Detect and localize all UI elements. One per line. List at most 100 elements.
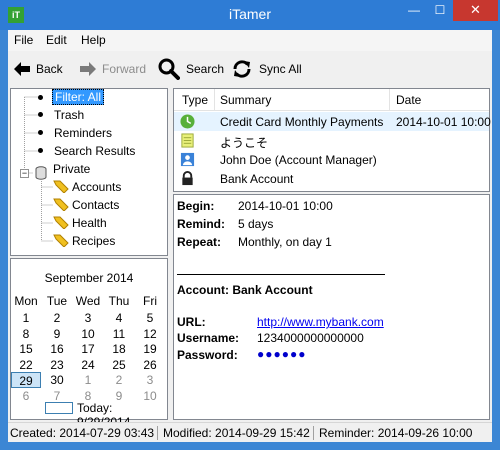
bullet-icon xyxy=(38,112,43,117)
search-icon xyxy=(158,58,180,80)
calendar-day[interactable]: 17 xyxy=(73,341,103,357)
tag-icon xyxy=(53,234,69,247)
menu-help[interactable]: Help xyxy=(81,33,106,47)
remind-value: 5 days xyxy=(238,217,274,231)
calendar-day[interactable]: 4 xyxy=(104,310,134,326)
menu-bar: File Edit Help xyxy=(8,30,492,51)
tree-item-recipes[interactable]: Recipes xyxy=(72,232,115,250)
minimize-button[interactable]: — xyxy=(401,0,427,21)
calendar-day[interactable]: 3 xyxy=(135,372,165,388)
search-button[interactable]: Search xyxy=(158,57,224,81)
calendar-day[interactable]: 1 xyxy=(11,310,41,326)
calendar-day[interactable]: 10 xyxy=(73,326,103,342)
tree-item-reminders[interactable]: Reminders xyxy=(54,124,112,142)
row-summary: John Doe (Account Manager) xyxy=(220,153,377,167)
list-row[interactable]: Credit Card Monthly Payments 2014-10-01 … xyxy=(174,112,491,131)
begin-value: 2014-10-01 10:00 xyxy=(238,199,333,213)
column-divider[interactable] xyxy=(389,89,390,111)
calendar-day[interactable]: 19 xyxy=(135,341,165,357)
list-row[interactable]: ようこそ xyxy=(174,131,489,150)
username-label: Username: xyxy=(177,331,240,345)
contact-icon xyxy=(180,152,195,167)
bullet-icon xyxy=(38,95,43,100)
title-bar[interactable]: iT iTamer — ☐ ✕ xyxy=(0,0,500,30)
calendar-day[interactable]: 30 xyxy=(42,372,72,388)
calendar: September 2014 Mon Tue Wed Thu Fri 1 2 3 4 5 8 9 10 1… xyxy=(10,258,168,429)
app-window: iT iTamer — ☐ ✕ File Edit Help Back Forw… xyxy=(0,0,500,450)
calendar-day[interactable]: 8 xyxy=(11,326,41,342)
status-divider xyxy=(157,426,158,440)
account-heading: Account: Bank Account xyxy=(177,283,313,297)
calendar-day[interactable]: 15 xyxy=(11,341,41,357)
search-label: Search xyxy=(186,62,225,76)
detail-pane: Begin: 2014-10-01 10:00 Remind: 5 days R… xyxy=(173,194,490,420)
forward-button[interactable]: Forward xyxy=(80,57,146,81)
calendar-day[interactable]: 24 xyxy=(73,357,103,373)
url-link[interactable]: http://www.mybank.com xyxy=(257,315,384,329)
calendar-day[interactable]: 12 xyxy=(135,326,165,342)
tree-item-search-results[interactable]: Search Results xyxy=(54,142,135,160)
menu-edit[interactable]: Edit xyxy=(46,33,67,47)
calendar-day-header: Tue xyxy=(46,294,68,308)
tree-item-trash[interactable]: Trash xyxy=(54,106,84,124)
forward-arrow-icon xyxy=(80,62,96,76)
column-type[interactable]: Type xyxy=(182,93,208,107)
calendar-day[interactable]: 1 xyxy=(73,372,103,388)
client-area: File Edit Help Back Forward Search Sync … xyxy=(8,30,492,442)
column-summary[interactable]: Summary xyxy=(220,93,271,107)
sync-all-label: Sync All xyxy=(259,62,302,76)
password-label: Password: xyxy=(177,348,238,362)
calendar-day[interactable]: 18 xyxy=(104,341,134,357)
menu-file[interactable]: File xyxy=(14,33,33,47)
lock-icon xyxy=(182,171,193,186)
calendar-day[interactable]: 26 xyxy=(135,357,165,373)
tree-item-accounts[interactable]: Accounts xyxy=(72,178,121,196)
calendar-day[interactable]: 2 xyxy=(42,310,72,326)
remind-label: Remind: xyxy=(177,217,225,231)
collapse-toggle[interactable]: − xyxy=(20,169,29,178)
calendar-day[interactable]: 2 xyxy=(104,372,134,388)
calendar-day[interactable]: 22 xyxy=(11,357,41,373)
tree-item-filter-all[interactable]: Filter: All xyxy=(52,89,105,105)
calendar-month-title[interactable]: September 2014 xyxy=(11,271,167,285)
forward-label: Forward xyxy=(102,62,147,76)
calendar-day[interactable]: 23 xyxy=(42,357,72,373)
row-summary: Bank Account xyxy=(220,172,294,186)
column-divider[interactable] xyxy=(214,89,215,111)
tag-icon xyxy=(53,198,69,211)
tree-item-contacts[interactable]: Contacts xyxy=(72,196,119,214)
username-value: 1234000000000000 xyxy=(257,331,364,345)
url-label: URL: xyxy=(177,315,206,329)
back-button[interactable]: Back xyxy=(14,57,63,81)
calendar-day[interactable]: 11 xyxy=(104,326,134,342)
calendar-day[interactable]: 3 xyxy=(73,310,103,326)
sync-all-button[interactable]: Sync All xyxy=(231,57,302,81)
row-summary: ようこそ xyxy=(220,136,269,150)
item-list: Type Summary Date Credit Card Monthly Pa… xyxy=(173,88,491,192)
calendar-day[interactable]: 16 xyxy=(42,341,72,357)
calendar-day[interactable]: 6 xyxy=(11,388,41,404)
row-date: 2014-10-01 10:00 xyxy=(396,115,491,129)
calendar-day[interactable]: 29 xyxy=(11,372,41,388)
status-created: Created: 2014-07-29 03:43 xyxy=(10,426,155,440)
sync-icon xyxy=(233,60,251,78)
list-row[interactable]: John Doe (Account Manager) xyxy=(174,150,489,169)
calendar-day-header: Fri xyxy=(143,294,157,308)
calendar-day[interactable]: 25 xyxy=(104,357,134,373)
list-header: Type Summary Date xyxy=(174,89,489,111)
bullet-icon xyxy=(38,130,43,135)
list-row[interactable]: Bank Account xyxy=(174,169,489,188)
tree-item-private[interactable]: Private xyxy=(53,160,90,178)
begin-label: Begin: xyxy=(177,199,215,213)
maximize-button[interactable]: ☐ xyxy=(427,0,453,21)
calendar-day[interactable]: 5 xyxy=(135,310,165,326)
column-date[interactable]: Date xyxy=(396,93,421,107)
status-divider xyxy=(313,426,314,440)
folder-tree: Filter: All Trash Reminders Search Resul… xyxy=(10,88,168,256)
close-button[interactable]: ✕ xyxy=(453,0,498,21)
tree-item-health[interactable]: Health xyxy=(72,214,107,232)
calendar-day[interactable]: 9 xyxy=(42,326,72,342)
bullet-icon xyxy=(38,148,43,153)
password-value[interactable]: ●●●●●● xyxy=(257,347,307,361)
tag-icon xyxy=(53,180,69,193)
